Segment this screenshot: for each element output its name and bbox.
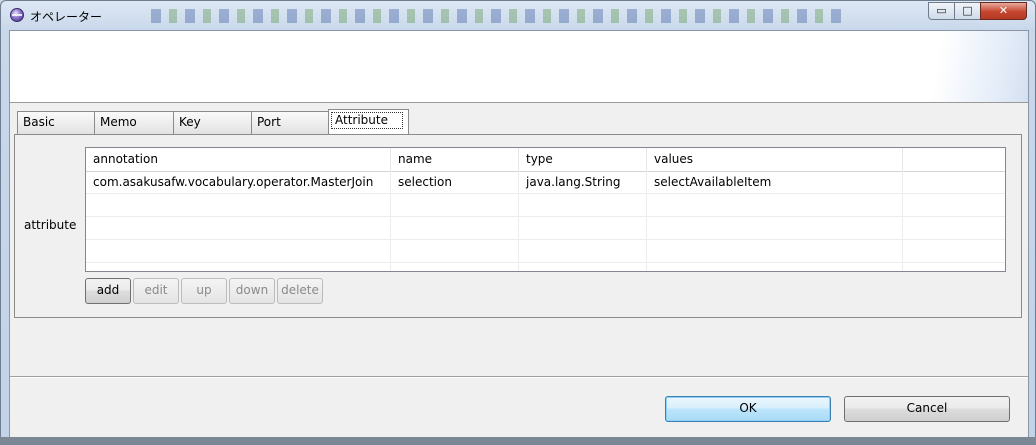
table-header: annotation name type values [86, 148, 1005, 172]
maximize-icon: □ [962, 4, 973, 17]
maximize-button[interactable]: □ [954, 2, 981, 20]
table-cell: selectAvailableItem [647, 171, 903, 193]
footer-divider-highlight [10, 377, 1028, 378]
table-cell [647, 240, 903, 262]
table-cell [647, 194, 903, 216]
table-row[interactable] [86, 217, 1005, 240]
tab-port[interactable]: Port [251, 111, 330, 134]
title-bar[interactable]: オペレーター ▭ □ ✕ [1, 1, 1035, 29]
up-button[interactable]: up [181, 278, 227, 304]
close-icon: ✕ [998, 4, 1009, 17]
table-row[interactable]: com.asakusafw.vocabulary.operator.Master… [86, 171, 1005, 194]
column-header-annotation[interactable]: annotation [86, 148, 391, 171]
window-title: オペレーター [30, 10, 103, 24]
add-button[interactable]: add [85, 278, 131, 304]
tab-key-label: Key [179, 115, 201, 129]
table-cell [903, 217, 1005, 239]
table-cell [903, 171, 1005, 193]
dialog-header-area [10, 31, 1028, 103]
edit-button[interactable]: edit [133, 278, 179, 304]
table-cell [391, 194, 519, 216]
background-toolbar-ghost [151, 9, 841, 23]
column-header-blank[interactable] [903, 148, 1005, 171]
delete-button[interactable]: delete [277, 278, 323, 304]
column-header-type[interactable]: type [519, 148, 647, 171]
down-button[interactable]: down [229, 278, 275, 304]
table-row[interactable] [86, 194, 1005, 217]
table-cell [391, 240, 519, 262]
table-cell [519, 263, 647, 271]
tab-basic[interactable]: Basic [17, 111, 95, 134]
table-cell: java.lang.String [519, 171, 647, 193]
table-cell [647, 263, 903, 271]
tab-memo[interactable]: Memo [94, 111, 174, 134]
operator-dialog-window: オペレーター ▭ □ ✕ Basic Memo Key Port Attribu… [0, 0, 1036, 445]
table-cell [391, 217, 519, 239]
eclipse-app-icon [10, 8, 24, 22]
tab-port-label: Port [257, 115, 281, 129]
table-cell [519, 194, 647, 216]
tab-key[interactable]: Key [173, 111, 252, 134]
tab-attribute-label: Attribute [331, 112, 403, 129]
table-cell [519, 217, 647, 239]
cancel-button[interactable]: Cancel [844, 396, 1010, 422]
table-cell: com.asakusafw.vocabulary.operator.Master… [86, 171, 391, 193]
table-cell [391, 263, 519, 271]
column-header-name[interactable]: name [391, 148, 519, 171]
close-button[interactable]: ✕ [980, 2, 1027, 20]
tab-memo-label: Memo [100, 115, 137, 129]
table-cell [903, 263, 1005, 271]
attribute-tab-panel: attribute annotation name type values co… [14, 134, 1022, 318]
table-cell [903, 194, 1005, 216]
table-cell [86, 263, 391, 271]
table-row[interactable] [86, 240, 1005, 263]
table-cell [86, 240, 391, 262]
ok-button[interactable]: OK [665, 396, 831, 422]
column-header-values[interactable]: values [647, 148, 903, 171]
taskbar-strip [0, 437, 1036, 445]
table-cell [519, 240, 647, 262]
attribute-field-label: attribute [24, 218, 77, 232]
tab-basic-label: Basic [23, 115, 55, 129]
dialog-client-area: Basic Memo Key Port Attribute attribute … [9, 30, 1029, 438]
attribute-table[interactable]: annotation name type values com.asakusaf… [85, 147, 1006, 272]
tab-attribute[interactable]: Attribute [328, 109, 409, 135]
minimize-icon: ▭ [936, 4, 947, 17]
table-cell: selection [391, 171, 519, 193]
table-cell [86, 194, 391, 216]
table-cell [903, 240, 1005, 262]
table-cell [647, 217, 903, 239]
table-cell [86, 217, 391, 239]
minimize-button[interactable]: ▭ [928, 2, 955, 20]
table-row[interactable] [86, 263, 1005, 271]
